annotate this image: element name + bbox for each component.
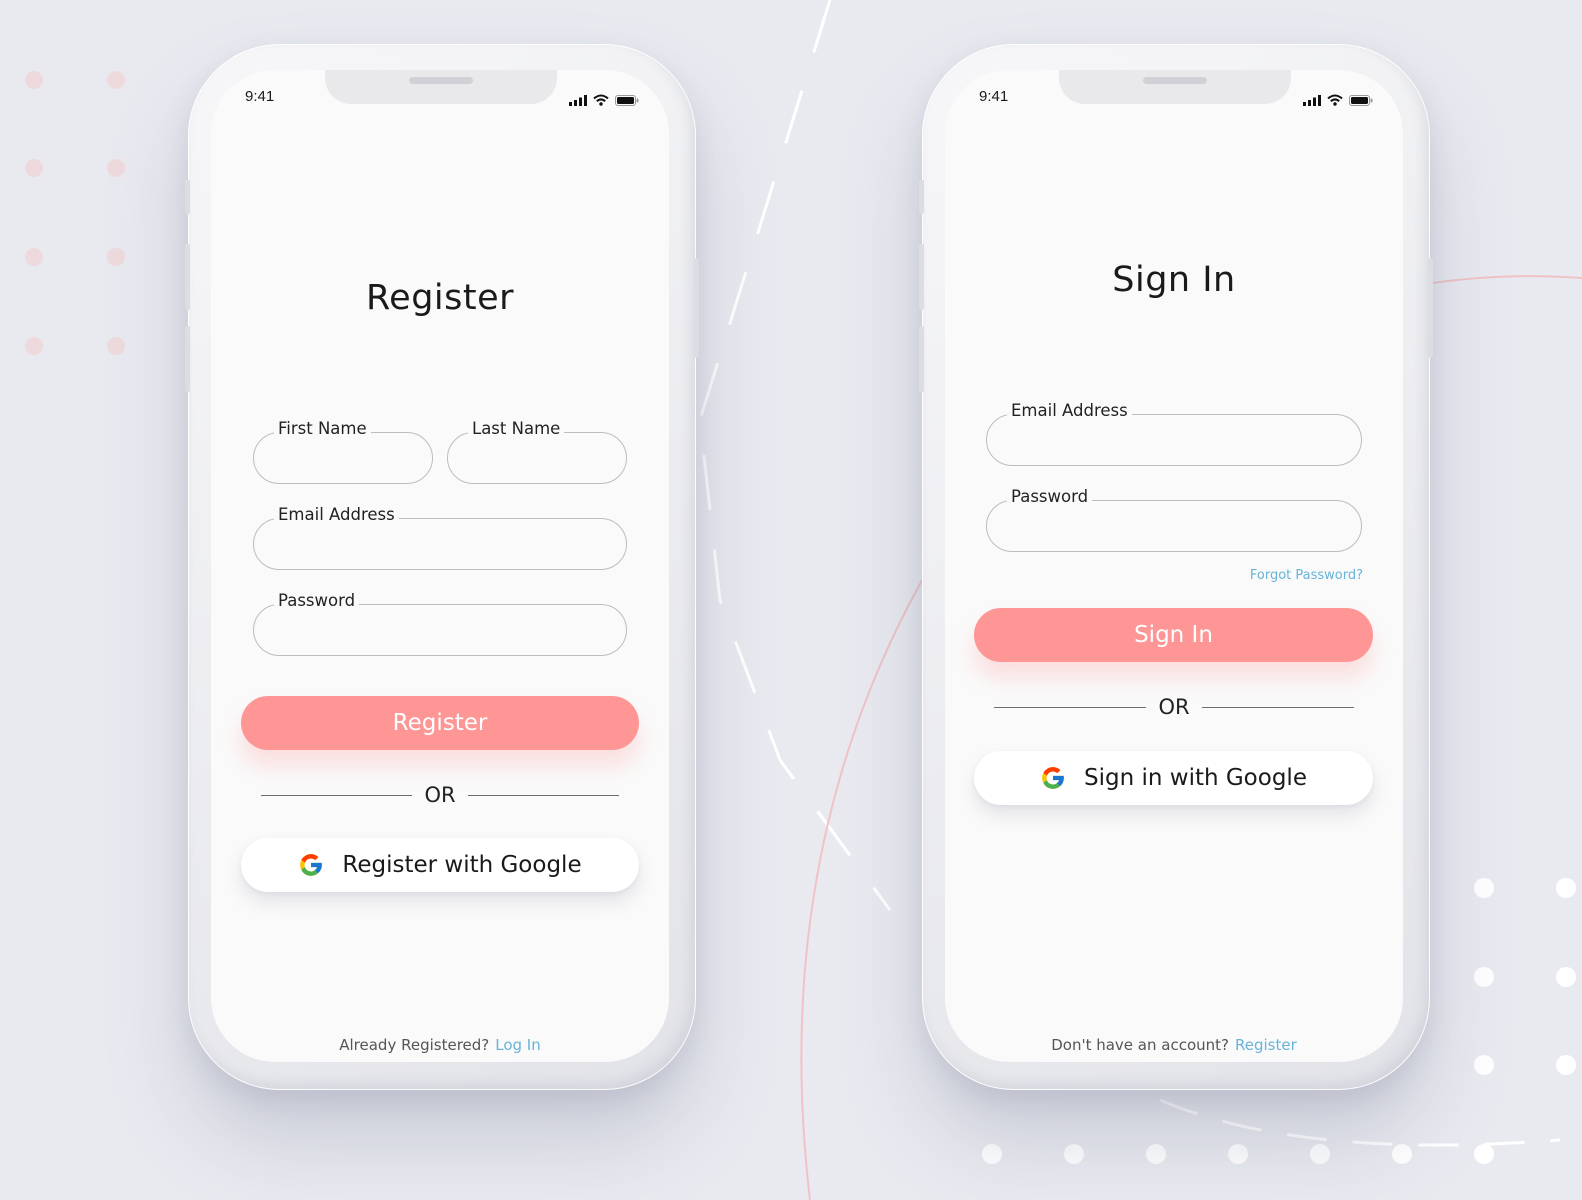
battery-icon — [1349, 94, 1373, 106]
divider-line-left — [994, 706, 1147, 708]
last-name-label: Last Name — [468, 419, 565, 439]
status-time: 9:41 — [979, 88, 1009, 105]
wifi-icon — [593, 94, 609, 106]
email-field[interactable]: Email Address — [253, 505, 627, 570]
power-button — [1428, 258, 1433, 358]
volume-up-button — [185, 244, 190, 310]
email-field[interactable]: Email Address — [986, 401, 1362, 466]
wifi-icon — [1327, 94, 1343, 106]
speaker — [1143, 77, 1207, 84]
notch — [1059, 70, 1291, 104]
sign-in-button[interactable]: Sign In — [974, 608, 1373, 662]
sign-in-with-google-label: Sign in with Google — [1084, 765, 1307, 791]
google-icon — [300, 854, 323, 876]
volume-down-button — [185, 326, 190, 392]
divider-line-right — [467, 794, 619, 796]
log-in-link[interactable]: Log In — [495, 1036, 541, 1054]
phone-register: 9:41 Register First Name Last Name Email… — [185, 44, 699, 1090]
email-label: Email Address — [274, 505, 399, 525]
sign-in-screen: 9:41 Sign In Email Address Password Forg… — [945, 70, 1403, 1062]
register-button[interactable]: Register — [241, 696, 639, 750]
password-field[interactable]: Password — [986, 487, 1362, 552]
sign-in-with-google-button[interactable]: Sign in with Google — [974, 751, 1373, 805]
battery-icon — [615, 94, 639, 106]
mute-switch — [919, 180, 924, 214]
forgot-password-link[interactable]: Forgot Password? — [1250, 568, 1363, 583]
footer-text: Don't have an account? — [1051, 1036, 1229, 1054]
signal-icon — [1303, 94, 1321, 106]
or-divider: OR — [994, 692, 1354, 722]
password-label: Password — [1007, 487, 1093, 507]
register-with-google-button[interactable]: Register with Google — [241, 838, 639, 892]
or-text: OR — [424, 783, 456, 807]
volume-down-button — [919, 326, 924, 392]
or-text: OR — [1158, 695, 1190, 719]
status-icons — [569, 94, 639, 106]
google-icon — [1042, 767, 1064, 789]
register-screen: 9:41 Register First Name Last Name Email… — [211, 70, 669, 1062]
first-name-label: First Name — [274, 419, 371, 439]
footer-text: Already Registered? — [339, 1036, 490, 1054]
register-link[interactable]: Register — [1235, 1036, 1297, 1054]
status-time: 9:41 — [245, 88, 275, 105]
password-label: Password — [274, 591, 360, 611]
phone-sign-in: 9:41 Sign In Email Address Password Forg… — [919, 44, 1433, 1090]
power-button — [694, 258, 699, 358]
or-divider: OR — [261, 780, 619, 810]
divider-line-right — [1201, 706, 1354, 708]
divider-line-left — [261, 794, 413, 796]
register-with-google-label: Register with Google — [342, 852, 582, 878]
footer: Don't have an account? Register — [945, 1036, 1403, 1054]
status-icons — [1303, 94, 1373, 106]
volume-up-button — [919, 244, 924, 310]
password-field[interactable]: Password — [253, 591, 627, 656]
notch — [325, 70, 557, 104]
page-title: Register — [365, 278, 515, 318]
page-title: Sign In — [1112, 260, 1236, 300]
first-name-field[interactable]: First Name — [253, 419, 433, 484]
signal-icon — [569, 94, 587, 106]
email-label: Email Address — [1007, 401, 1132, 421]
mute-switch — [185, 180, 190, 214]
speaker — [409, 77, 473, 84]
footer: Already Registered? Log In — [211, 1036, 669, 1054]
last-name-field[interactable]: Last Name — [447, 419, 627, 484]
